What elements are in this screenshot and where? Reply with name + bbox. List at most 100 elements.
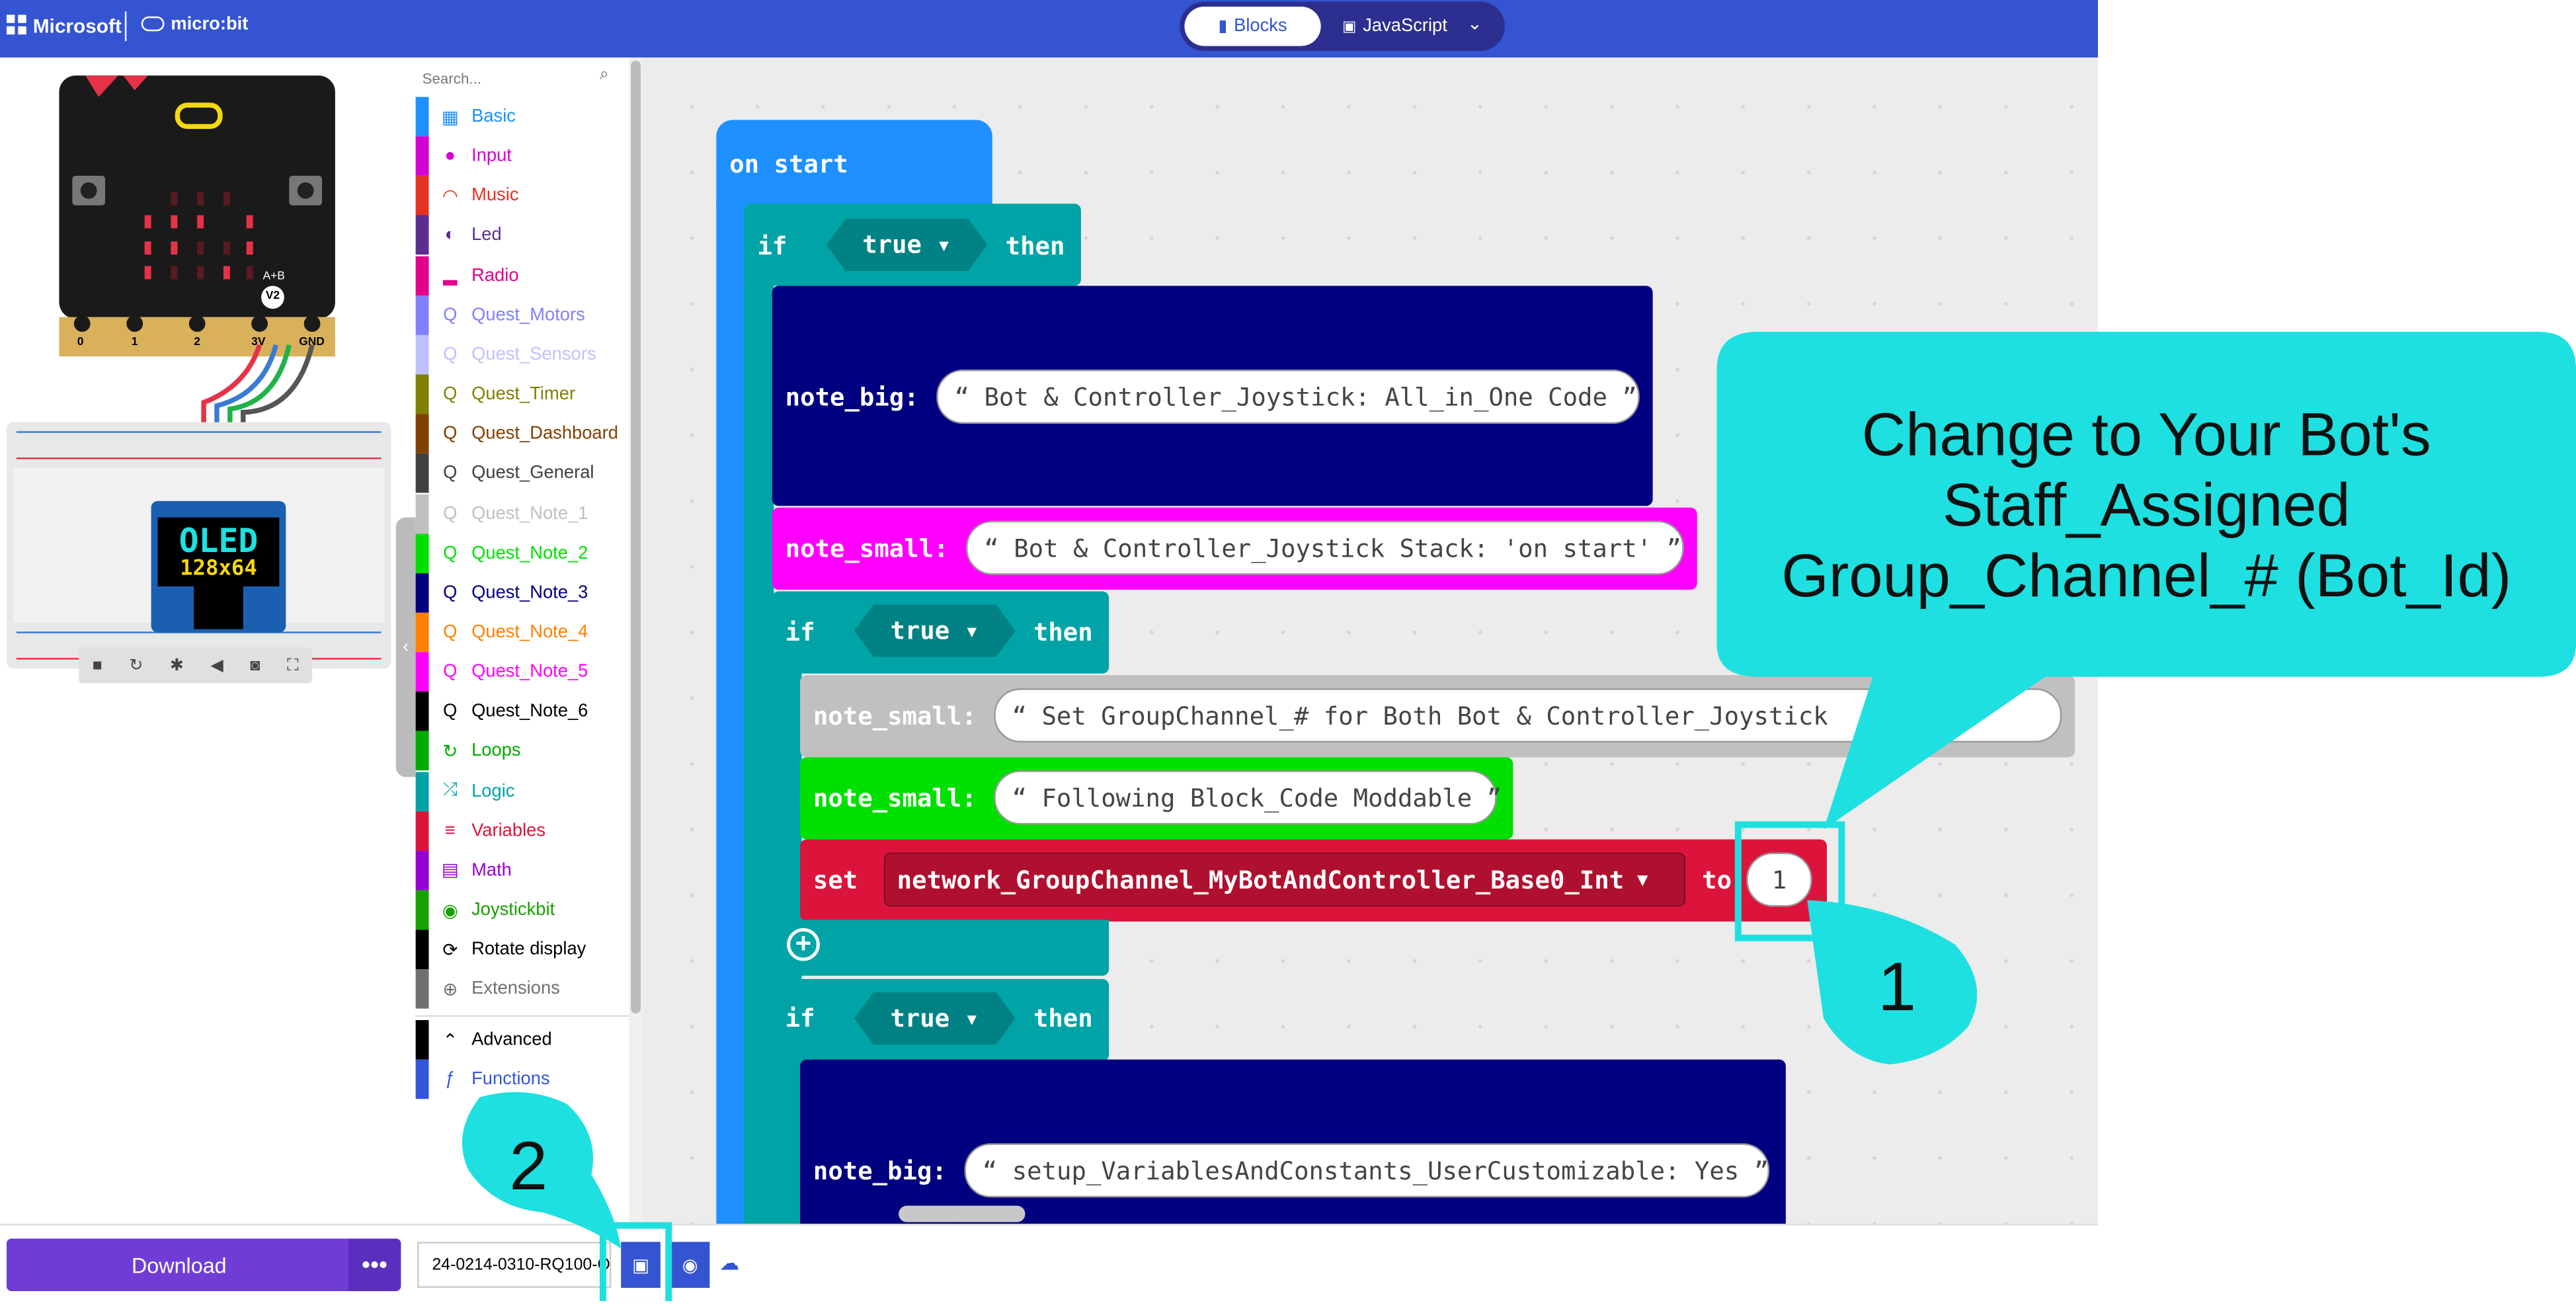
microbit-brand[interactable]: micro:bit [171, 15, 248, 34]
true-label-3: true [890, 1004, 950, 1033]
category-color-bar [415, 374, 429, 415]
true-dropdown-1[interactable]: true ▾ [826, 218, 988, 271]
text-value-3: Set GroupChannel_# for Both Bot & Contro… [1041, 700, 1828, 731]
tab-blocks[interactable]: ▮ Blocks [1184, 6, 1321, 46]
fullscreen-icon[interactable]: ⛶ [287, 656, 298, 674]
toolbox-item-label: Led [471, 225, 502, 246]
pin-label-3v: 3V [251, 337, 266, 348]
calculator-icon: ▤ [441, 861, 459, 881]
simulator-panel: OLED 128x64 V2 A+B 0 1 2 3V GND ■ ↻ ✱ ◀ … [0, 57, 416, 1224]
toolbox-item-loops[interactable]: ↻ Loops [415, 731, 629, 772]
category-color-bar [415, 850, 429, 891]
text-input-3[interactable]: “ Set GroupChannel_# for Both Bot & Cont… [994, 688, 2062, 743]
note-big-label-1: note_big: [785, 382, 919, 413]
toolbox-item-quest-dashboard[interactable]: Q Quest_Dashboard [415, 414, 629, 454]
callout-line-2: Staff_Assigned [1942, 471, 2351, 539]
simulator-board[interactable] [0, 58, 416, 715]
stop-icon[interactable]: ■ [93, 656, 102, 674]
collapse-simulator-button[interactable]: ‹ [395, 517, 416, 777]
category-color-bar [415, 969, 429, 1010]
sound-icon[interactable]: ◀ [211, 656, 223, 674]
toolbox-item-quest-note-1[interactable]: Q Quest_Note_1 [415, 493, 629, 534]
true-label-1: true [862, 229, 922, 260]
note-big-block-2[interactable] [800, 1059, 1786, 1224]
then-label-2: then [1033, 617, 1093, 647]
toolbox-item-label: Quest_Note_4 [471, 622, 588, 643]
toolbox-item-label: Quest_Note_1 [471, 503, 588, 524]
text-input-2[interactable]: “ Bot & Controller_Joystick Stack: 'on s… [966, 520, 1684, 575]
toolbox-item-input[interactable]: ● Input [415, 136, 629, 177]
toolbox-item-label: Logic [471, 781, 515, 801]
q-icon: Q [443, 384, 458, 405]
toolbox-item-quest-general[interactable]: Q Quest_General [415, 454, 629, 494]
category-color-bar [415, 176, 429, 216]
github-button[interactable]: ◉ [670, 1242, 710, 1289]
toolbox-item-quest-note-2[interactable]: Q Quest_Note_2 [415, 533, 629, 573]
rotate-icon: ⟳ [442, 940, 458, 961]
toolbox-item-advanced[interactable]: ⌃ Advanced [415, 1019, 629, 1060]
chevron-up-icon: ⌃ [442, 1031, 458, 1051]
toolbox-item-label: Math [471, 860, 512, 881]
category-color-bar [415, 335, 429, 375]
variable-dropdown[interactable]: network_GroupChannel_MyBotAndController_… [883, 852, 1686, 907]
debug-icon[interactable]: ✱ [170, 656, 184, 674]
toolbox-item-joystickbit[interactable]: ◉ Joystickbit [415, 890, 629, 930]
toolbox-item-quest-note-3[interactable]: Q Quest_Note_3 [415, 573, 629, 613]
toolbox-item-rotate-display[interactable]: ⟳ Rotate display [415, 930, 629, 970]
category-color-bar [415, 295, 429, 335]
signal-icon: ▂ [443, 266, 458, 286]
toolbox-item-quest-note-5[interactable]: Q Quest_Note_5 [415, 652, 629, 692]
dropdown-arrow-icon: ▼ [1637, 869, 1648, 891]
blocks-workspace[interactable]: on start if true ▾ then note_big: “ Bot … [642, 57, 2098, 1224]
category-color-bar [415, 1059, 429, 1099]
q-icon: Q [443, 543, 458, 563]
toolbox-item-label: Quest_Note_5 [471, 662, 588, 682]
oled-text-line1: OLED [179, 520, 259, 561]
toolbox-item-functions[interactable]: ƒ Functions [415, 1059, 629, 1099]
toolbox-item-music[interactable]: ◠ Music [415, 176, 629, 216]
category-color-bar [415, 493, 429, 534]
chevron-down-icon[interactable]: ⌄ [1467, 13, 1482, 34]
more-options-button[interactable]: ••• [348, 1238, 401, 1291]
search-icon[interactable]: ⌕ [600, 65, 609, 83]
toolbox-item-led[interactable]: ◐ Led [415, 216, 629, 256]
text-input-1[interactable]: “ Bot & Controller_Joystick: All_in_One … [936, 370, 1640, 424]
toolbox-item-radio[interactable]: ▂ Radio [415, 255, 629, 296]
cloud-save-icon[interactable]: ☁ [719, 1251, 739, 1275]
toolbox-item-math[interactable]: ▤ Math [415, 850, 629, 891]
toolbox-item-quest-timer[interactable]: Q Quest_Timer [415, 374, 629, 415]
true-dropdown-3[interactable]: true ▾ [854, 992, 1016, 1045]
search-input[interactable]: Search... [423, 65, 623, 92]
screenshot-icon[interactable]: ◙ [250, 656, 260, 674]
toolbox-item-variables[interactable]: ≡ Variables [415, 811, 629, 851]
grid-icon: ▦ [441, 107, 459, 128]
category-color-bar [415, 533, 429, 573]
toolbox-item-quest-sensors[interactable]: Q Quest_Sensors [415, 335, 629, 375]
toolbox-item-logic[interactable]: ⤮ Logic [415, 771, 629, 811]
q-icon: Q [443, 503, 458, 524]
workspace-scrollbar[interactable] [899, 1205, 1026, 1222]
toolbox-item-label: Quest_Sensors [471, 344, 596, 365]
then-label-1: then [1005, 231, 1065, 262]
text-input-5[interactable]: “ setup_VariablesAndConstants_UserCustom… [964, 1143, 1770, 1198]
true-dropdown-2[interactable]: true ▾ [854, 604, 1016, 657]
add-else-icon[interactable]: + [787, 928, 820, 961]
if-body-1 [744, 282, 774, 1224]
toolbox-item-quest-note-4[interactable]: Q Quest_Note_4 [415, 612, 629, 653]
text-value-5: setup_VariablesAndConstants_UserCustomiz… [1012, 1155, 1740, 1185]
if-label-2: if [785, 617, 815, 647]
toolbox-item-basic[interactable]: ▦ Basic [415, 97, 629, 137]
toolbox-item-quest-note-6[interactable]: Q Quest_Note_6 [415, 692, 629, 732]
toolbox-item-extensions[interactable]: ⊕ Extensions [415, 969, 629, 1010]
microsoft-brand[interactable]: Microsoft [33, 15, 122, 38]
toolbox: Search... ⌕ ▦ Basic ● Input ◠ Music ◐ Led ▂ Radio… [415, 57, 631, 1224]
toolbox-scroll-thumb[interactable] [631, 60, 641, 1014]
tab-javascript[interactable]: ▣ JavaScript [1328, 7, 1463, 46]
category-color-bar [415, 97, 429, 137]
project-name-input[interactable]: 24-0214-0310-RQ100-On [417, 1242, 612, 1289]
text-input-4[interactable]: “ Following Block_Code Moddable ” [994, 770, 1502, 825]
if-label-3: if [785, 1004, 815, 1033]
restart-icon[interactable]: ↻ [129, 656, 143, 674]
toolbox-item-label: Quest_General [471, 463, 594, 484]
toolbox-item-quest-motors[interactable]: Q Quest_Motors [415, 295, 629, 335]
